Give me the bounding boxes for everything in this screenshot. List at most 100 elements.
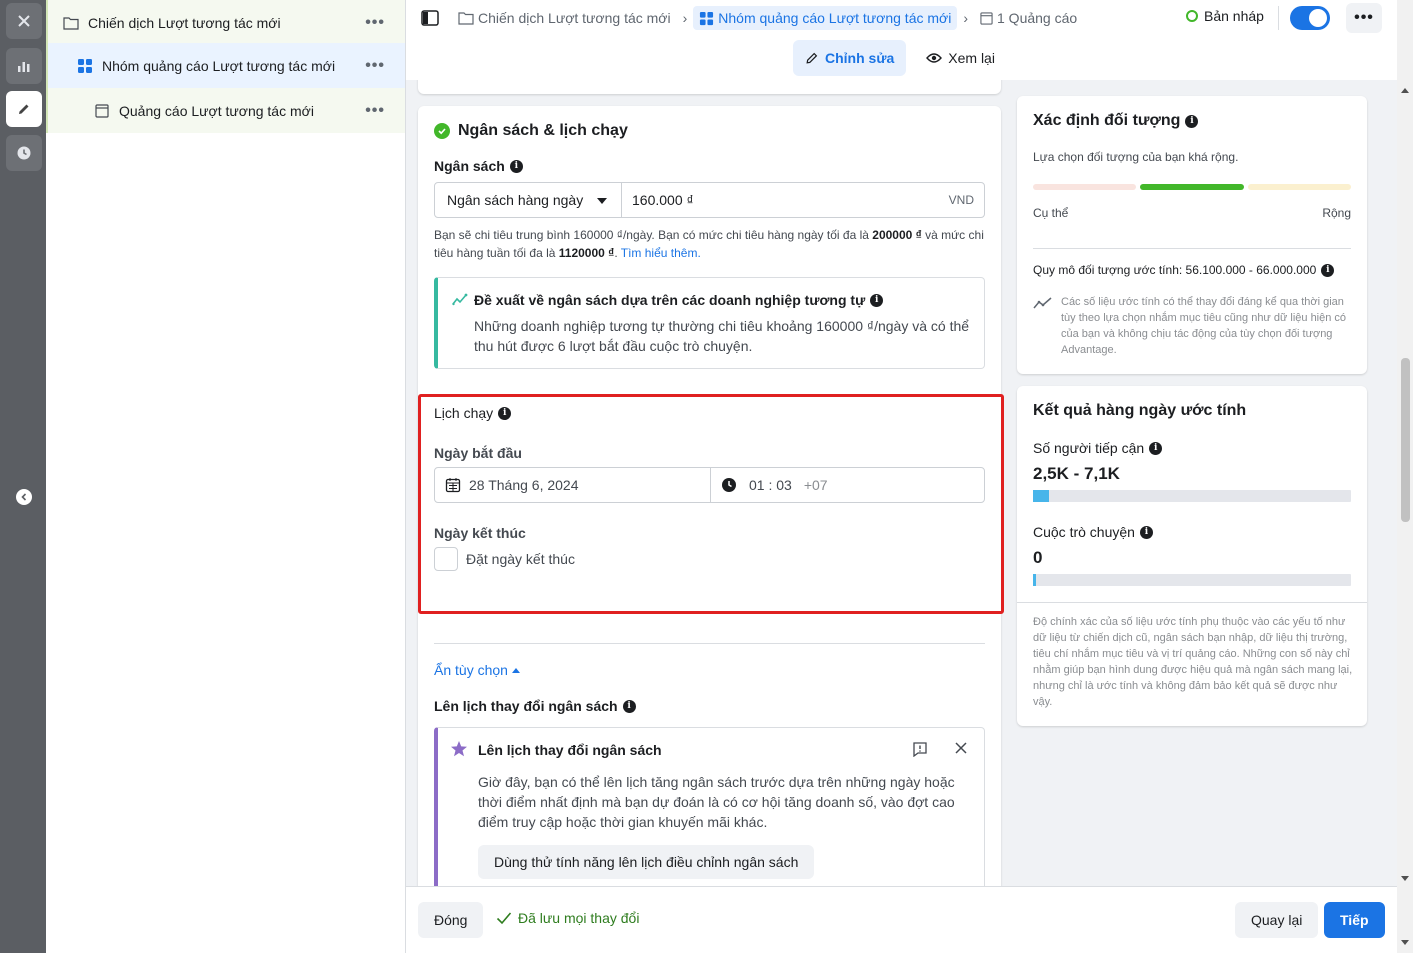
- divider: [1033, 248, 1351, 249]
- feedback-icon[interactable]: [912, 741, 928, 760]
- breadcrumb-campaign[interactable]: Chiến dịch Lượt tương tác mới: [452, 6, 677, 30]
- scroll-up-icon[interactable]: [1401, 88, 1409, 93]
- footer: Đóng Đã lưu mọi thay đổi Quay lại Tiếp: [406, 886, 1397, 953]
- scroll-down-icon[interactable]: [1401, 940, 1409, 945]
- breadcrumb-ad[interactable]: 1 Quảng cáo: [974, 6, 1083, 30]
- start-datetime-row: 28 Tháng 6, 2024 01 : 03 +07: [434, 467, 985, 503]
- chevron-right-icon: ›: [682, 10, 688, 26]
- conversations-label: Cuộc trò chuyện i: [1033, 524, 1153, 540]
- budget-scheduling-label-text: Lên lịch thay đổi ngân sách: [434, 698, 618, 714]
- breadcrumb-adset[interactable]: Nhóm quảng cáo Lượt tương tác mới: [693, 6, 958, 30]
- budget-label: Ngân sách i: [434, 158, 523, 174]
- conversations-bar: [1033, 574, 1351, 586]
- reach-label: Số người tiếp cận i: [1033, 440, 1163, 456]
- max-daily-value: 200000 ₫: [872, 228, 922, 242]
- close-button[interactable]: Đóng: [418, 902, 484, 938]
- sidebar-toggle-icon[interactable]: [416, 4, 444, 32]
- budget-scheduling-promo: Lên lịch thay đổi ngân sách Giờ đây, bạn…: [434, 727, 985, 886]
- close-icon[interactable]: [6, 3, 42, 39]
- audience-meter: [1033, 184, 1351, 192]
- meter-label-specific: Cụ thể: [1033, 206, 1069, 220]
- schedule-section: Lịch chạy i Ngày bắt đầu 28 Tháng 6, 202…: [418, 394, 1004, 614]
- close-icon[interactable]: [954, 741, 968, 758]
- scroll-down-icon[interactable]: [1401, 876, 1409, 881]
- help-text-part: Bạn sẽ chi tiêu trung bình 160000 ₫/ngày…: [434, 228, 873, 242]
- more-icon[interactable]: •••: [365, 102, 385, 120]
- chart-icon[interactable]: [6, 48, 42, 84]
- end-date-checkbox-row[interactable]: Đặt ngày kết thúc: [434, 547, 575, 571]
- tree-item-ad[interactable]: Quảng cáo Lượt tương tác mới •••: [46, 88, 405, 133]
- estimated-results-card: Kết quả hàng ngày ước tính Số người tiếp…: [1017, 386, 1367, 726]
- audience-size-text: Quy mô đối tượng ước tính: 56.100.000 - …: [1033, 263, 1317, 277]
- more-options-button[interactable]: •••: [1346, 3, 1382, 33]
- check-icon: [496, 911, 512, 925]
- currency-label: VND: [948, 193, 974, 207]
- conversations-bar-fill: [1033, 574, 1036, 586]
- budget-suggestion: Đề xuất về ngân sách dựa trên các doanh …: [434, 277, 985, 369]
- end-date-checkbox[interactable]: [434, 547, 458, 571]
- scrollbar[interactable]: [1397, 0, 1413, 953]
- tree-item-label: Chiến dịch Lượt tương tác mới: [88, 14, 281, 31]
- meter-label-broad: Rộng: [1322, 206, 1351, 220]
- adset-toggle[interactable]: [1290, 6, 1330, 30]
- info-icon[interactable]: i: [1321, 263, 1335, 277]
- star-icon: [450, 740, 468, 761]
- document-icon: [93, 102, 111, 120]
- tab-edit[interactable]: Chỉnh sửa: [793, 40, 907, 76]
- info-icon[interactable]: i: [498, 406, 512, 420]
- pencil-icon: [805, 51, 819, 65]
- main-content: Ngân sách & lịch chạy Ngân sách i Ngân s…: [406, 80, 1397, 886]
- status-label: Bản nháp: [1204, 8, 1264, 24]
- learn-more-link[interactable]: Tìm hiểu thêm.: [621, 246, 701, 260]
- end-date-label: Ngày kết thúc: [434, 525, 526, 541]
- back-button[interactable]: Quay lại: [1235, 902, 1319, 938]
- pencil-icon[interactable]: [6, 91, 42, 127]
- try-budget-scheduling-button[interactable]: Dùng thử tính năng lên lịch điều chỉnh n…: [478, 845, 815, 879]
- reach-bar: [1033, 490, 1351, 502]
- promo-body: Giờ đây, bạn có thể lên lịch tăng ngân s…: [478, 774, 955, 830]
- info-icon[interactable]: i: [622, 699, 636, 713]
- clock-icon[interactable]: [6, 135, 42, 171]
- info-icon[interactable]: i: [870, 293, 884, 307]
- info-icon[interactable]: i: [1149, 441, 1163, 455]
- end-date-checkbox-label: Đặt ngày kết thúc: [466, 551, 575, 567]
- saved-status: Đã lưu mọi thay đổi: [496, 910, 639, 926]
- more-icon[interactable]: •••: [365, 14, 385, 32]
- info-icon[interactable]: i: [509, 159, 523, 173]
- next-button[interactable]: Tiếp: [1324, 902, 1385, 938]
- conversations-label-text: Cuộc trò chuyện: [1033, 524, 1135, 540]
- start-date-input[interactable]: 28 Tháng 6, 2024: [435, 468, 711, 502]
- reach-bar-fill: [1033, 490, 1049, 502]
- chevron-right-icon: ›: [963, 10, 968, 26]
- schedule-title: Lịch chạy i: [434, 405, 512, 421]
- breadcrumb-adset-label: Nhóm quảng cáo Lượt tương tác mới: [718, 10, 952, 26]
- caret-up-icon: [511, 667, 520, 673]
- breadcrumb: Chiến dịch Lượt tương tác mới › Nhóm quả…: [416, 4, 1083, 32]
- divider: [1017, 602, 1367, 603]
- hide-options-link[interactable]: Ẩn tùy chọn: [434, 662, 520, 678]
- mode-tabs: Chỉnh sửa Xem lại: [793, 40, 1015, 76]
- scrollbar-thumb[interactable]: [1401, 358, 1410, 522]
- start-time-input[interactable]: 01 : 03 +07: [711, 468, 984, 502]
- tab-review[interactable]: Xem lại: [914, 40, 1007, 76]
- budget-type-select[interactable]: Ngân sách hàng ngày: [435, 183, 622, 217]
- more-icon[interactable]: •••: [365, 57, 385, 75]
- audience-title: Xác định đối tượng i: [1033, 112, 1199, 130]
- budget-type-value: Ngân sách hàng ngày: [447, 192, 584, 208]
- tree-item-adset[interactable]: Nhóm quảng cáo Lượt tương tác mới •••: [46, 43, 405, 88]
- collapse-chevron-icon[interactable]: [16, 489, 32, 505]
- grid-icon: [76, 57, 94, 75]
- budget-amount-value: 160.000 ₫: [632, 192, 694, 208]
- start-date-label: Ngày bắt đầu: [434, 445, 522, 461]
- hide-options-text: Ẩn tùy chọn: [434, 662, 508, 678]
- tree-item-campaign[interactable]: Chiến dịch Lượt tương tác mới •••: [46, 0, 405, 45]
- schedule-title-text: Lịch chạy: [434, 405, 494, 421]
- tab-review-label: Xem lại: [948, 50, 995, 66]
- breadcrumb-ad-label: 1 Quảng cáo: [997, 10, 1078, 26]
- info-icon[interactable]: i: [1185, 114, 1199, 128]
- info-icon[interactable]: i: [1139, 525, 1153, 539]
- document-icon: [980, 11, 993, 25]
- budget-amount-input[interactable]: 160.000 ₫ VND: [622, 183, 984, 217]
- results-title: Kết quả hàng ngày ước tính: [1033, 402, 1247, 419]
- timezone-label: +07: [803, 477, 828, 493]
